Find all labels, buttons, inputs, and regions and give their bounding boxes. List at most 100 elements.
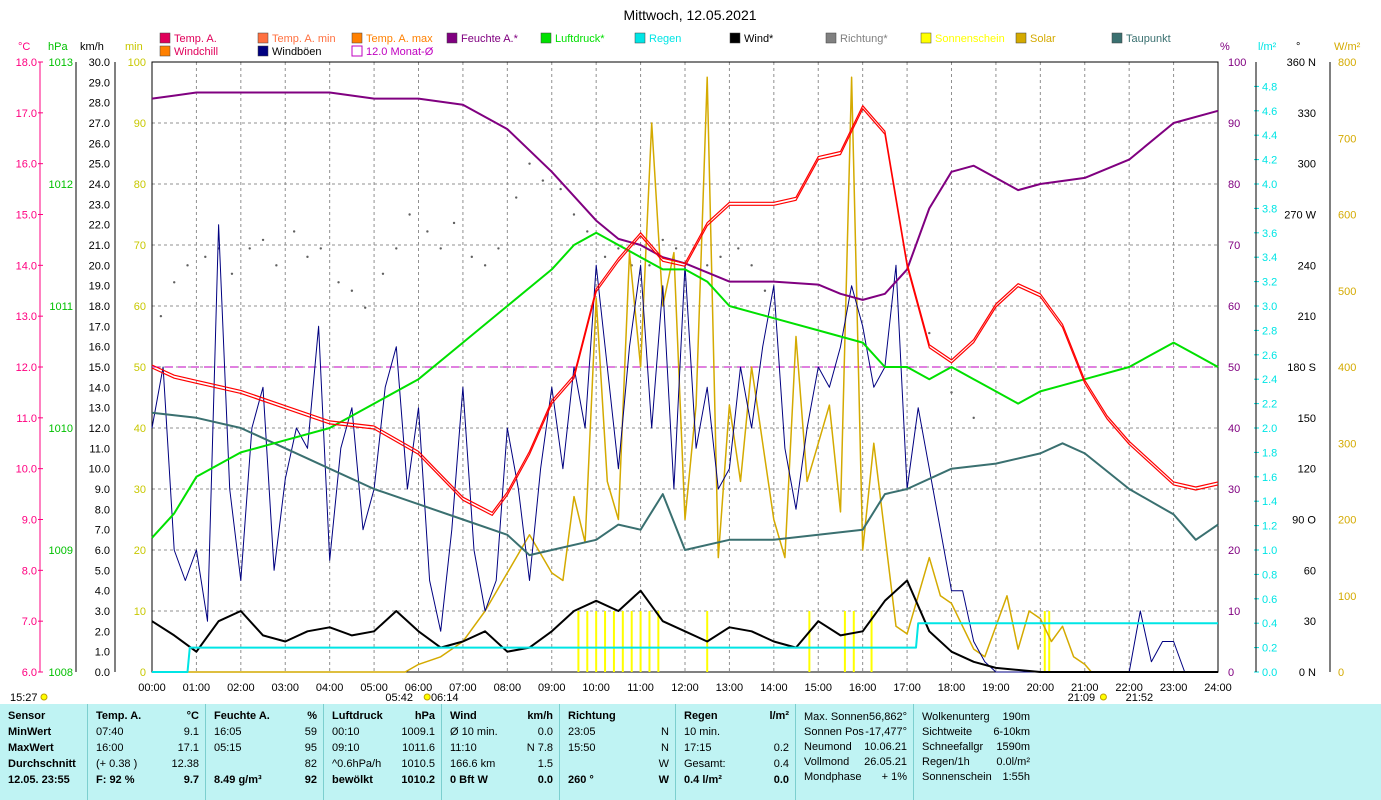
direction-tick-label: 330 (1298, 108, 1316, 120)
panel-wind-label: Ø 10 min. (450, 726, 498, 738)
temp-tick-label: 10.0 (16, 464, 37, 476)
temp-tick-label: 16.0 (16, 159, 37, 171)
x-tick-label: 16:00 (849, 682, 877, 694)
rain-tick-label: 4.4 (1262, 130, 1277, 142)
wind-tick-label: 18.0 (89, 301, 110, 313)
panel-rain-value: 0.4 (773, 758, 789, 770)
sun-min-tick-label: 80 (134, 179, 146, 191)
rain-tick-label: 1.2 (1262, 521, 1277, 533)
temp-tick-label: 15.0 (16, 210, 37, 222)
sunshine-bar (595, 611, 598, 672)
wind-tick-label: 16.0 (89, 342, 110, 354)
pressure-tick-label: 1008 (49, 667, 73, 679)
rain-tick-label: 4.0 (1262, 179, 1277, 191)
direction-tick-label: 60 (1304, 565, 1316, 577)
panel-misc-value: 0.0l/m² (996, 756, 1030, 768)
wind-tick-label: 14.0 (89, 382, 110, 394)
sunshine-bar (808, 611, 811, 672)
direction-point (426, 230, 429, 233)
sunshine-bar (612, 611, 615, 672)
humidity-tick-label: 80 (1228, 179, 1240, 191)
temp-unit-label: °C (18, 41, 30, 53)
sun-min-unit-label: min (125, 41, 143, 53)
direction-point (408, 213, 411, 216)
panel-wind-value: 1.5 (537, 758, 553, 770)
panel-misc-label: Sonnenschein (922, 771, 992, 783)
legend-label: Sonnenschein (935, 33, 1005, 45)
panel-direction-value: N (661, 726, 669, 738)
direction-point (364, 306, 367, 309)
wind-tick-label: 4.0 (95, 586, 110, 598)
direction-point (275, 264, 278, 267)
legend-swatch (159, 32, 171, 44)
direction-point (452, 221, 456, 225)
sunset2-label: 21:52 (1126, 692, 1154, 704)
direction-point (572, 213, 576, 216)
x-tick-label: 24:00 (1204, 682, 1232, 694)
panel-sensor: Sensor MinWert MaxWert Durchschnitt 12.0… (0, 704, 88, 800)
legend-label: Richtung* (840, 33, 888, 45)
panel-sun-value: 10.06.21 (864, 741, 907, 753)
sun-min-tick-label: 40 (134, 423, 146, 435)
panel-misc-value: 1590m (996, 741, 1030, 753)
wind-tick-label: 1.0 (95, 647, 110, 659)
panel-rain-label: Gesamt: (684, 758, 726, 770)
direction-point (350, 289, 354, 292)
panel-pressure-label: 00:10 (332, 726, 360, 738)
panel-temp-unit: °C (186, 710, 199, 722)
panel-temp: Temp. A. °C 07:40 9.1 16:00 17.1 (+ 0.38 ) 1… (88, 704, 206, 800)
humidity-tick-label: 60 (1228, 301, 1240, 313)
rain-tick-label: 3.4 (1262, 252, 1277, 264)
wind-tick-label: 3.0 (95, 606, 110, 618)
panel-misc-label: Regen/1h (922, 756, 970, 768)
direction-point (439, 247, 442, 250)
panel-direction-label: 23:05 (568, 726, 596, 738)
direction-point (706, 264, 709, 267)
direction-point (648, 264, 651, 267)
direction-point (674, 247, 678, 250)
panel-rain-unit: l/m² (769, 710, 789, 722)
panel-rain-label: 17:15 (684, 742, 712, 754)
panel-pressure-value: 1010.5 (401, 758, 435, 770)
direction-point (204, 255, 207, 259)
legend-swatch (634, 32, 646, 44)
panel-direction-value: N (661, 742, 669, 754)
panel-pressure-value: 1009.1 (401, 726, 435, 738)
wind-tick-label: 9.0 (95, 484, 110, 496)
rain-tick-label: 0.4 (1262, 618, 1277, 630)
legend-label: Temp. A. min (272, 33, 336, 45)
panel-sensor-header: Sensor (8, 710, 46, 722)
solar-tick-label: 800 (1338, 57, 1356, 69)
direction-tick-label: 240 (1298, 260, 1316, 272)
legend-swatch (1111, 32, 1123, 44)
panel-misc-label: Schneefallgr (922, 741, 984, 753)
temp-tick-label: 9.0 (22, 515, 37, 527)
panel-pressure-header: Luftdruck (332, 710, 383, 722)
sun-icon (1099, 693, 1107, 701)
panel-misc-label: Wolkenunterg (922, 711, 990, 723)
panel-temp-header: Temp. A. (96, 710, 142, 722)
temp-tick-label: 18.0 (16, 57, 37, 69)
rain-tick-label: 2.0 (1262, 423, 1277, 435)
sun-icon (423, 693, 431, 701)
rain-tick-label: 1.8 (1262, 447, 1277, 459)
panel-pressure: Luftdruck hPa 00:10 1009.1 09:10 1011.6 ^0.… (324, 704, 442, 800)
legend-label: Temp. A. max (366, 33, 433, 45)
wind-tick-label: 0.0 (95, 667, 110, 679)
sun-min-tick-label: 0 (140, 667, 146, 679)
wind-tick-label: 22.0 (89, 220, 110, 232)
direction-point (528, 162, 531, 165)
x-tick-label: 18:00 (938, 682, 966, 694)
temp-tick-label: 14.0 (16, 260, 37, 272)
x-tick-label: 09:00 (538, 682, 566, 694)
direction-point (737, 247, 740, 250)
panel-misc-value: 6-10km (993, 726, 1030, 738)
rain-tick-label: 1.4 (1262, 496, 1277, 508)
temp-tick-label: 17.0 (16, 108, 37, 120)
sunshine-bar (648, 611, 651, 672)
panel-pressure-value: 1011.6 (402, 742, 435, 754)
direction-point (337, 281, 340, 284)
legend-swatch (351, 45, 363, 57)
wind-tick-label: 17.0 (89, 321, 110, 333)
panel-misc-value: 1:55h (1002, 771, 1030, 783)
